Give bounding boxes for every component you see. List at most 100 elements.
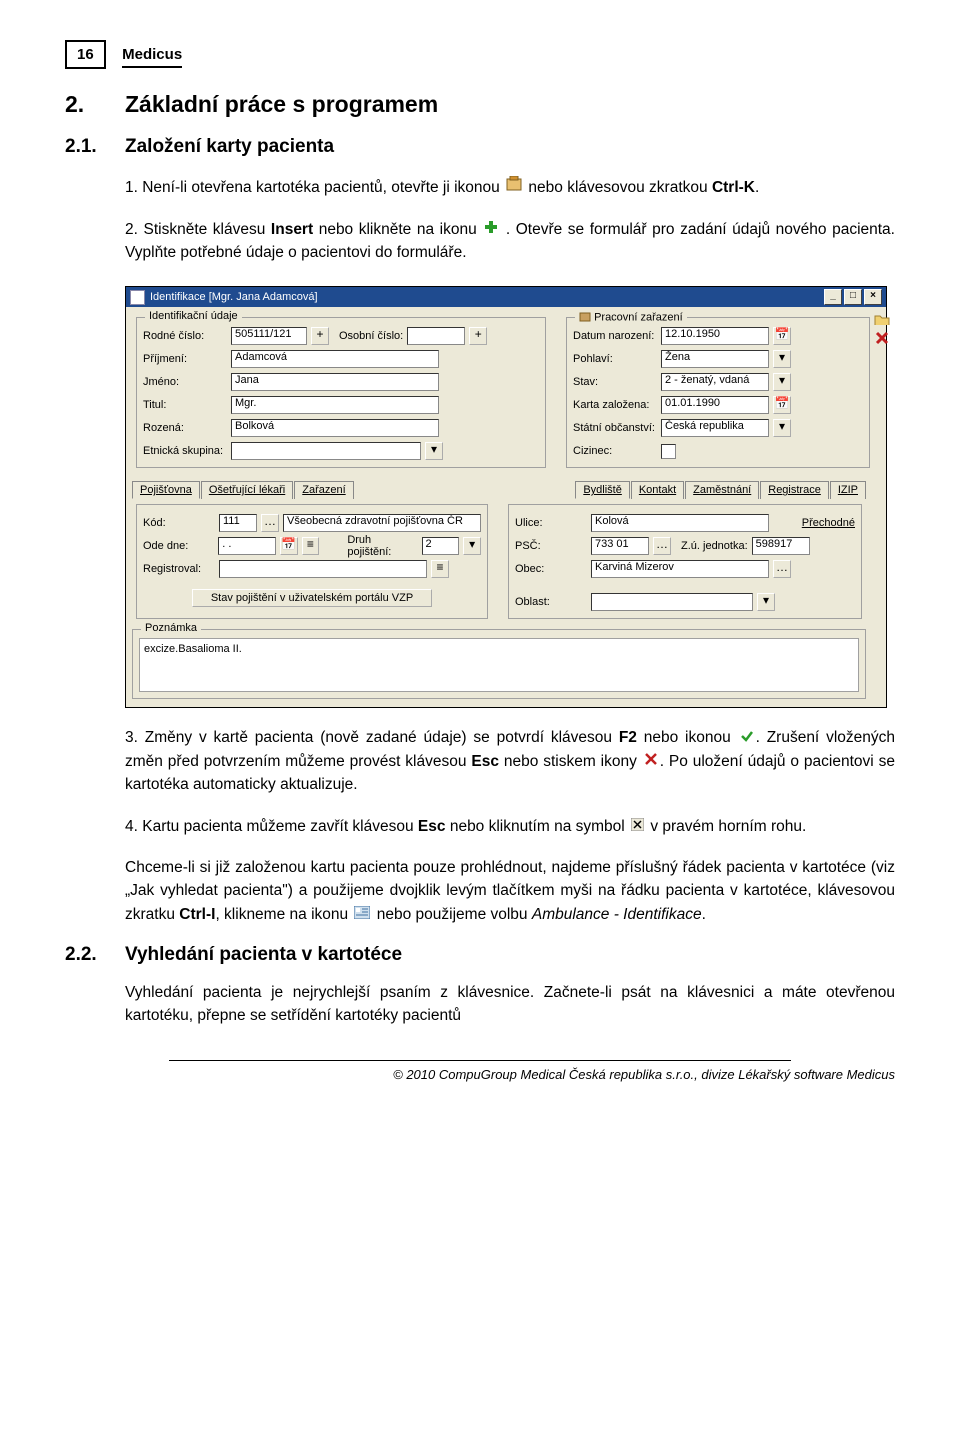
tab-izip[interactable]: IZIP bbox=[830, 481, 866, 499]
etnic-input[interactable] bbox=[231, 442, 421, 460]
label-jmeno: Jméno: bbox=[143, 376, 227, 388]
pohlavi-input[interactable]: Žena bbox=[661, 350, 769, 368]
close-button[interactable]: × bbox=[864, 289, 882, 305]
ode-input[interactable]: . . bbox=[218, 537, 275, 555]
page-number: 16 bbox=[65, 40, 106, 69]
calendar-icon[interactable]: 📅 bbox=[280, 537, 298, 555]
dropdown-icon[interactable]: ▾ bbox=[425, 442, 443, 460]
group-prac: Pracovní zařazení bbox=[575, 310, 687, 325]
label-statni: Státní občanství: bbox=[573, 422, 657, 434]
heading-chapter: 2.Základní práce s programem bbox=[65, 91, 895, 118]
titul-input[interactable]: Mgr. bbox=[231, 396, 439, 414]
dropdown-icon[interactable]: ▾ bbox=[773, 350, 791, 368]
label-zuj: Z.ú. jednotka: bbox=[681, 540, 748, 552]
window-icon bbox=[130, 290, 145, 305]
stav-input[interactable]: 2 - ženatý, vdaná bbox=[661, 373, 769, 391]
list-icon[interactable]: ≡ bbox=[431, 560, 449, 578]
tab-zamestnani[interactable]: Zaměstnání bbox=[685, 481, 759, 499]
footer-copyright: © 2010 CompuGroup Medical Česká republik… bbox=[65, 1067, 895, 1082]
label-prijmeni: Příjmení: bbox=[143, 353, 227, 365]
cizinec-checkbox[interactable] bbox=[661, 444, 676, 459]
label-ciz: Cizinec: bbox=[573, 445, 657, 457]
label-stav: Stav: bbox=[573, 376, 657, 388]
rozena-input[interactable]: Bolková bbox=[231, 419, 439, 437]
identifikace-card-icon bbox=[354, 903, 370, 926]
group-poznamka: Poznámka bbox=[141, 622, 201, 634]
label-obec: Obec: bbox=[515, 563, 587, 575]
tab-zarazeni[interactable]: Zařazení bbox=[294, 481, 353, 499]
poznamka-textarea[interactable]: excize.Basalioma II. bbox=[139, 638, 859, 692]
heading-section-2-1: 2.1.Založení karty pacienta bbox=[65, 136, 895, 158]
label-rodne: Rodné číslo: bbox=[143, 330, 227, 342]
label-etnic: Etnická skupina: bbox=[143, 445, 227, 457]
minimize-button[interactable]: _ bbox=[824, 289, 842, 305]
ellipsis-btn[interactable]: … bbox=[261, 514, 279, 532]
dropdown-icon[interactable]: ▾ bbox=[773, 373, 791, 391]
identification-dialog: Identifikace [Mgr. Jana Adamcová] _ □ × … bbox=[125, 286, 887, 708]
tab-registrace[interactable]: Registrace bbox=[760, 481, 829, 499]
label-osobni: Osobní číslo: bbox=[339, 330, 403, 342]
app-name: Medicus bbox=[122, 46, 182, 68]
rodne-input[interactable]: 505111/121 bbox=[231, 327, 307, 345]
tab-kontakt[interactable]: Kontakt bbox=[631, 481, 684, 499]
ulice-input[interactable]: Kolová bbox=[591, 514, 769, 532]
jmeno-input[interactable]: Jana bbox=[231, 373, 439, 391]
delete-icon[interactable] bbox=[875, 331, 889, 345]
statni-input[interactable]: Česká republika bbox=[661, 419, 769, 437]
folder-open-icon[interactable] bbox=[874, 313, 890, 325]
druh-input[interactable]: 2 bbox=[422, 537, 460, 555]
dialog-title: Identifikace [Mgr. Jana Adamcová] bbox=[150, 291, 318, 303]
calendar-icon[interactable]: 📅 bbox=[773, 396, 791, 414]
list-item-4: 4. Kartu pacienta můžeme zavřít klávesou… bbox=[125, 815, 895, 839]
dropdown-icon[interactable]: ▾ bbox=[773, 419, 791, 437]
plus-btn[interactable]: + bbox=[311, 327, 329, 345]
oblast-input[interactable] bbox=[591, 593, 753, 611]
karta-input[interactable]: 01.01.1990 bbox=[661, 396, 769, 414]
calendar-icon[interactable]: 📅 bbox=[773, 327, 791, 345]
paragraph-prohlednuti: Chceme-li si již založenou kartu pacient… bbox=[125, 856, 895, 926]
dialog-titlebar[interactable]: Identifikace [Mgr. Jana Adamcová] _ □ × bbox=[126, 287, 886, 307]
prijmeni-input[interactable]: Adamcová bbox=[231, 350, 439, 368]
osobni-input[interactable] bbox=[407, 327, 465, 345]
plus-btn2[interactable]: + bbox=[469, 327, 487, 345]
registroval-input[interactable] bbox=[219, 560, 427, 578]
label-datum: Datum narození: bbox=[573, 330, 657, 342]
ellipsis-btn[interactable]: … bbox=[653, 537, 671, 555]
close-x-icon bbox=[631, 815, 644, 838]
checkmark-icon bbox=[740, 727, 754, 750]
obec-input[interactable]: Karviná Mizerov bbox=[591, 560, 769, 578]
cancel-x-icon bbox=[644, 750, 658, 773]
list-item-1: 1. Není-li otevřena kartotéka pacientů, … bbox=[125, 176, 895, 200]
heading-section-2-2: 2.2.Vyhledání pacienta v kartotéce bbox=[65, 944, 895, 966]
ellipsis-btn[interactable]: … bbox=[773, 560, 791, 578]
label-kod: Kód: bbox=[143, 517, 215, 529]
tab-bydliste[interactable]: Bydliště bbox=[575, 481, 630, 499]
list-item-2: 2. Stiskněte klávesu Insert nebo kliknět… bbox=[125, 218, 895, 265]
label-registroval: Registroval: bbox=[143, 563, 215, 575]
label-druh: Druh pojištění: bbox=[347, 534, 417, 558]
datum-input[interactable]: 12.10.1950 bbox=[661, 327, 769, 345]
tab-pojistovna[interactable]: Pojišťovna bbox=[132, 481, 200, 499]
list-icon[interactable]: ≡ bbox=[302, 537, 320, 555]
group-ident: Identifikační údaje bbox=[145, 310, 242, 322]
label-oblast: Oblast: bbox=[515, 596, 587, 608]
label-pohl: Pohlaví: bbox=[573, 353, 657, 365]
prechodne-link[interactable]: Přechodné bbox=[802, 517, 855, 529]
plus-icon bbox=[484, 218, 498, 241]
psc-input[interactable]: 733 01 bbox=[591, 537, 649, 555]
kod-input[interactable]: 111 bbox=[219, 514, 257, 532]
label-karta: Karta založena: bbox=[573, 399, 657, 411]
kartoteka-icon bbox=[506, 176, 522, 199]
maximize-button[interactable]: □ bbox=[844, 289, 862, 305]
tab-lekari[interactable]: Ošetřující lékaři bbox=[201, 481, 293, 499]
vzp-portal-button[interactable]: Stav pojištění v uživatelském portálu VZ… bbox=[192, 589, 432, 607]
label-psc: PSČ: bbox=[515, 540, 587, 552]
list-item-3: 3. Změny v kartě pacienta (nově zadané ú… bbox=[125, 726, 895, 796]
label-ode: Ode dne: bbox=[143, 540, 214, 552]
dropdown-icon[interactable]: ▾ bbox=[757, 593, 775, 611]
dropdown-icon[interactable]: ▾ bbox=[463, 537, 481, 555]
kod-name: Všeobecná zdravotní pojišťovna ČR bbox=[283, 514, 481, 532]
label-rozena: Rozená: bbox=[143, 422, 227, 434]
label-titul: Titul: bbox=[143, 399, 227, 411]
zuj-input[interactable]: 598917 bbox=[752, 537, 810, 555]
